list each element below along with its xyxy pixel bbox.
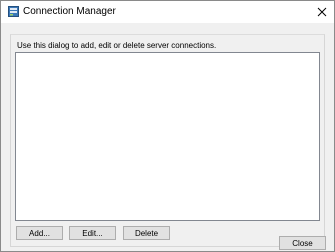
close-icon[interactable] [310, 1, 334, 23]
window-title: Connection Manager [23, 6, 116, 17]
instructions-text: Use this dialog to add, edit or delete s… [17, 41, 217, 50]
connections-list[interactable] [15, 52, 320, 221]
connection-manager-window: Connection Manager Use this dialog to ad… [0, 0, 335, 252]
dialog-body: Use this dialog to add, edit or delete s… [1, 23, 334, 251]
close-button[interactable]: Close [279, 236, 326, 250]
server-connection-icon [8, 6, 19, 17]
title-bar[interactable]: Connection Manager [1, 1, 334, 23]
edit-button[interactable]: Edit... [69, 226, 116, 240]
delete-button[interactable]: Delete [123, 226, 170, 240]
add-button[interactable]: Add... [16, 226, 63, 240]
